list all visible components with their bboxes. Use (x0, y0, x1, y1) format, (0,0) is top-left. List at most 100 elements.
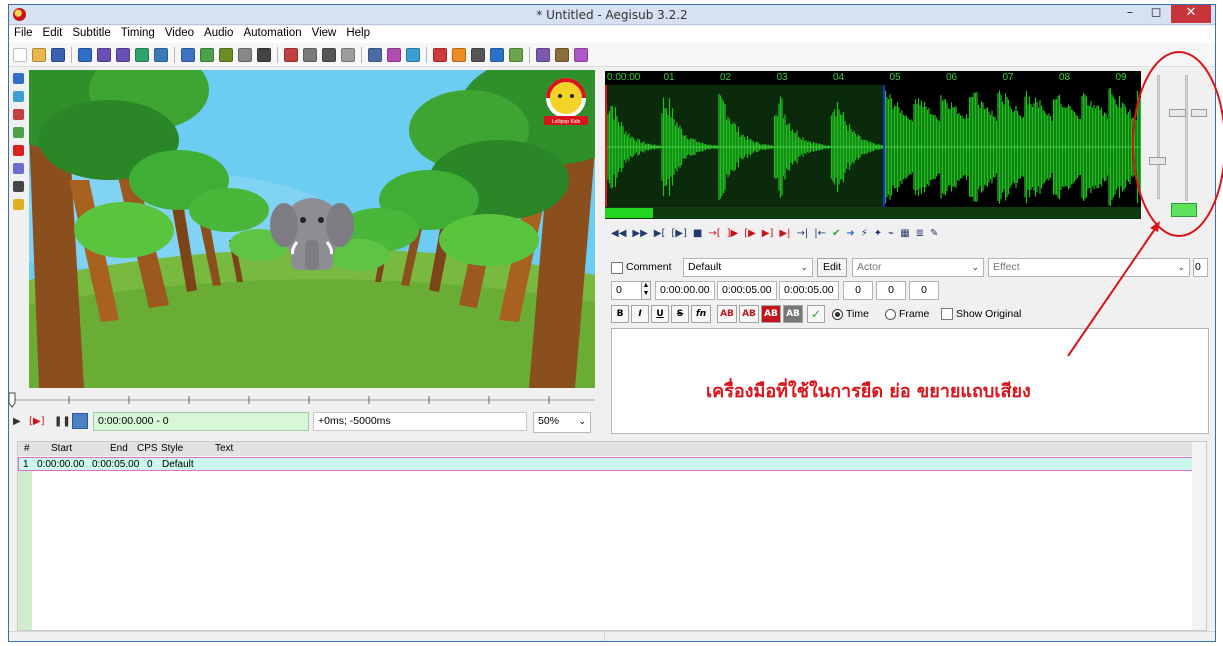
standard-tool-icon[interactable] (13, 73, 24, 84)
italic-button[interactable]: I (631, 305, 649, 323)
commit-button[interactable]: ✓ (807, 305, 825, 323)
time-radio[interactable] (832, 309, 843, 320)
audio-scrollbar[interactable] (605, 207, 1141, 219)
actor-select[interactable]: Actor ⌄ (852, 258, 984, 277)
maximize-button[interactable]: ◻ (1143, 5, 1169, 23)
clip-tool-icon[interactable] (13, 163, 24, 174)
vertical-zoom-track[interactable] (1185, 75, 1188, 201)
bold-button[interactable]: B (611, 305, 629, 323)
clock-icon[interactable] (490, 47, 504, 62)
strikeout-button[interactable]: S (671, 305, 689, 323)
audio-tool-17-icon[interactable]: ⌁ (888, 228, 894, 239)
scale-tool-icon[interactable] (13, 145, 24, 156)
audio-tool-10-icon[interactable]: ▶| (779, 228, 790, 239)
horizontal-zoom-thumb[interactable] (1149, 157, 1166, 165)
col-cps[interactable]: CPS (137, 443, 158, 454)
rotate-xy-icon[interactable] (13, 127, 24, 138)
menu-video[interactable]: Video (160, 26, 199, 40)
layer-spinner[interactable]: ▲ ▼ (641, 281, 651, 300)
shadow-color-button[interactable]: AB (783, 305, 803, 323)
style-select[interactable]: Default ⌄ (683, 258, 813, 277)
audio-tool-15-icon[interactable]: ⚡ (861, 228, 868, 239)
drag-tool-icon[interactable] (13, 91, 24, 102)
open-folder-icon[interactable] (32, 47, 46, 62)
options-icon[interactable] (555, 47, 569, 62)
audio-tool-11-icon[interactable]: →| (796, 228, 808, 239)
link-sliders-toggle[interactable] (1171, 203, 1197, 217)
film-icon[interactable] (219, 47, 233, 62)
audio-tool-8-icon[interactable]: [▶ (744, 228, 756, 239)
menu-file[interactable]: File (9, 26, 38, 40)
edit-style-button[interactable]: Edit (817, 258, 847, 277)
audio-tool-12-icon[interactable]: |← (814, 228, 826, 239)
minimize-button[interactable]: – (1117, 5, 1143, 23)
pipette-2-icon[interactable] (116, 47, 130, 62)
help-question-icon[interactable] (13, 199, 24, 210)
menu-help[interactable]: Help (341, 26, 375, 40)
menu-subtitle[interactable]: Subtitle (67, 26, 115, 40)
film-dark-icon[interactable] (257, 47, 271, 62)
frame-radio[interactable] (885, 309, 896, 320)
col-number[interactable]: # (24, 443, 30, 454)
audio-tool-14-icon[interactable]: ➜ (846, 228, 854, 239)
volume-thumb[interactable] (1169, 109, 1186, 117)
audio-tool-9-icon[interactable]: ▶] (762, 228, 774, 239)
autoscroll-toggle-icon[interactable] (72, 413, 88, 429)
film-strip-icon[interactable] (238, 47, 252, 62)
audio-tool-19-icon[interactable]: ≣ (916, 228, 924, 239)
play-button[interactable]: ▶ (13, 416, 21, 427)
automation-icon[interactable] (368, 47, 382, 62)
end-time-field[interactable]: 0:00:05.00 (717, 281, 777, 300)
properties-icon[interactable] (303, 47, 317, 62)
play-line-button[interactable]: [▶] (29, 416, 45, 427)
margin-vertical-field[interactable]: 0 (909, 281, 939, 300)
video-out-icon[interactable] (154, 47, 168, 62)
new-file-icon[interactable] (13, 47, 27, 62)
spellcheck-icon[interactable] (536, 47, 550, 62)
vector-clip-icon[interactable] (13, 181, 24, 192)
primary-color-button[interactable]: AB (717, 305, 737, 323)
audio-waveform-display[interactable]: 0:00:00 01 02 03 04 05 06 07 08 09 (605, 71, 1141, 219)
audio-tool-3-icon[interactable]: ▶[ (654, 228, 666, 239)
secondary-color-button[interactable]: AB (739, 305, 759, 323)
styles-icon[interactable] (284, 47, 298, 62)
menu-edit[interactable]: Edit (38, 26, 68, 40)
audio-tool-7-icon[interactable]: ]▶ (727, 228, 739, 239)
outline-color-button[interactable]: AB (761, 305, 781, 323)
resample-icon[interactable] (387, 47, 401, 62)
attachments-icon[interactable] (322, 47, 336, 62)
menu-automation[interactable]: Automation (238, 26, 306, 40)
video-time-field[interactable]: 0:00:00.000 - 0 (93, 412, 309, 431)
rotate-z-icon[interactable] (13, 109, 24, 120)
menu-timing[interactable]: Timing (116, 26, 160, 40)
jump-arrow-icon[interactable] (78, 47, 92, 62)
help-icon[interactable] (574, 47, 588, 62)
close-button[interactable]: ✕ (1171, 5, 1211, 23)
stop-icon[interactable] (471, 47, 485, 62)
menu-view[interactable]: View (307, 26, 342, 40)
start-time-field[interactable]: 0:00:00.00 (655, 281, 715, 300)
duration-field[interactable]: 0:00:05.00 (779, 281, 839, 300)
audio-tool-16-icon[interactable]: ✦ (874, 228, 882, 239)
shift-icon[interactable] (452, 47, 466, 62)
video-in-icon[interactable] (135, 47, 149, 62)
kanji-icon[interactable] (433, 47, 447, 62)
table-row[interactable]: 1 0:00:00.00 0:00:05.00 0 Default (18, 457, 1206, 471)
audio-scroll-thumb[interactable] (605, 208, 653, 218)
col-text[interactable]: Text (215, 443, 233, 454)
audio-tool-4-icon[interactable]: [▶] (671, 228, 687, 239)
video-display[interactable]: Lollipop Kids (29, 70, 595, 388)
translate-icon[interactable] (509, 47, 523, 62)
audio-tool-20-icon[interactable]: ✎ (930, 228, 938, 239)
horizontal-zoom-track[interactable] (1157, 75, 1160, 199)
pipette-icon[interactable] (97, 47, 111, 62)
menu-audio[interactable]: Audio (199, 26, 238, 40)
underline-button[interactable]: U (651, 305, 669, 323)
col-style[interactable]: Style (161, 443, 183, 454)
col-start[interactable]: Start (51, 443, 72, 454)
show-original-checkbox[interactable] (941, 308, 953, 320)
margin-left-field[interactable]: 0 (843, 281, 873, 300)
zoom-select[interactable]: 50% ⌄ (533, 412, 591, 433)
video-seek-slider[interactable] (9, 389, 599, 411)
col-end[interactable]: End (110, 443, 128, 454)
